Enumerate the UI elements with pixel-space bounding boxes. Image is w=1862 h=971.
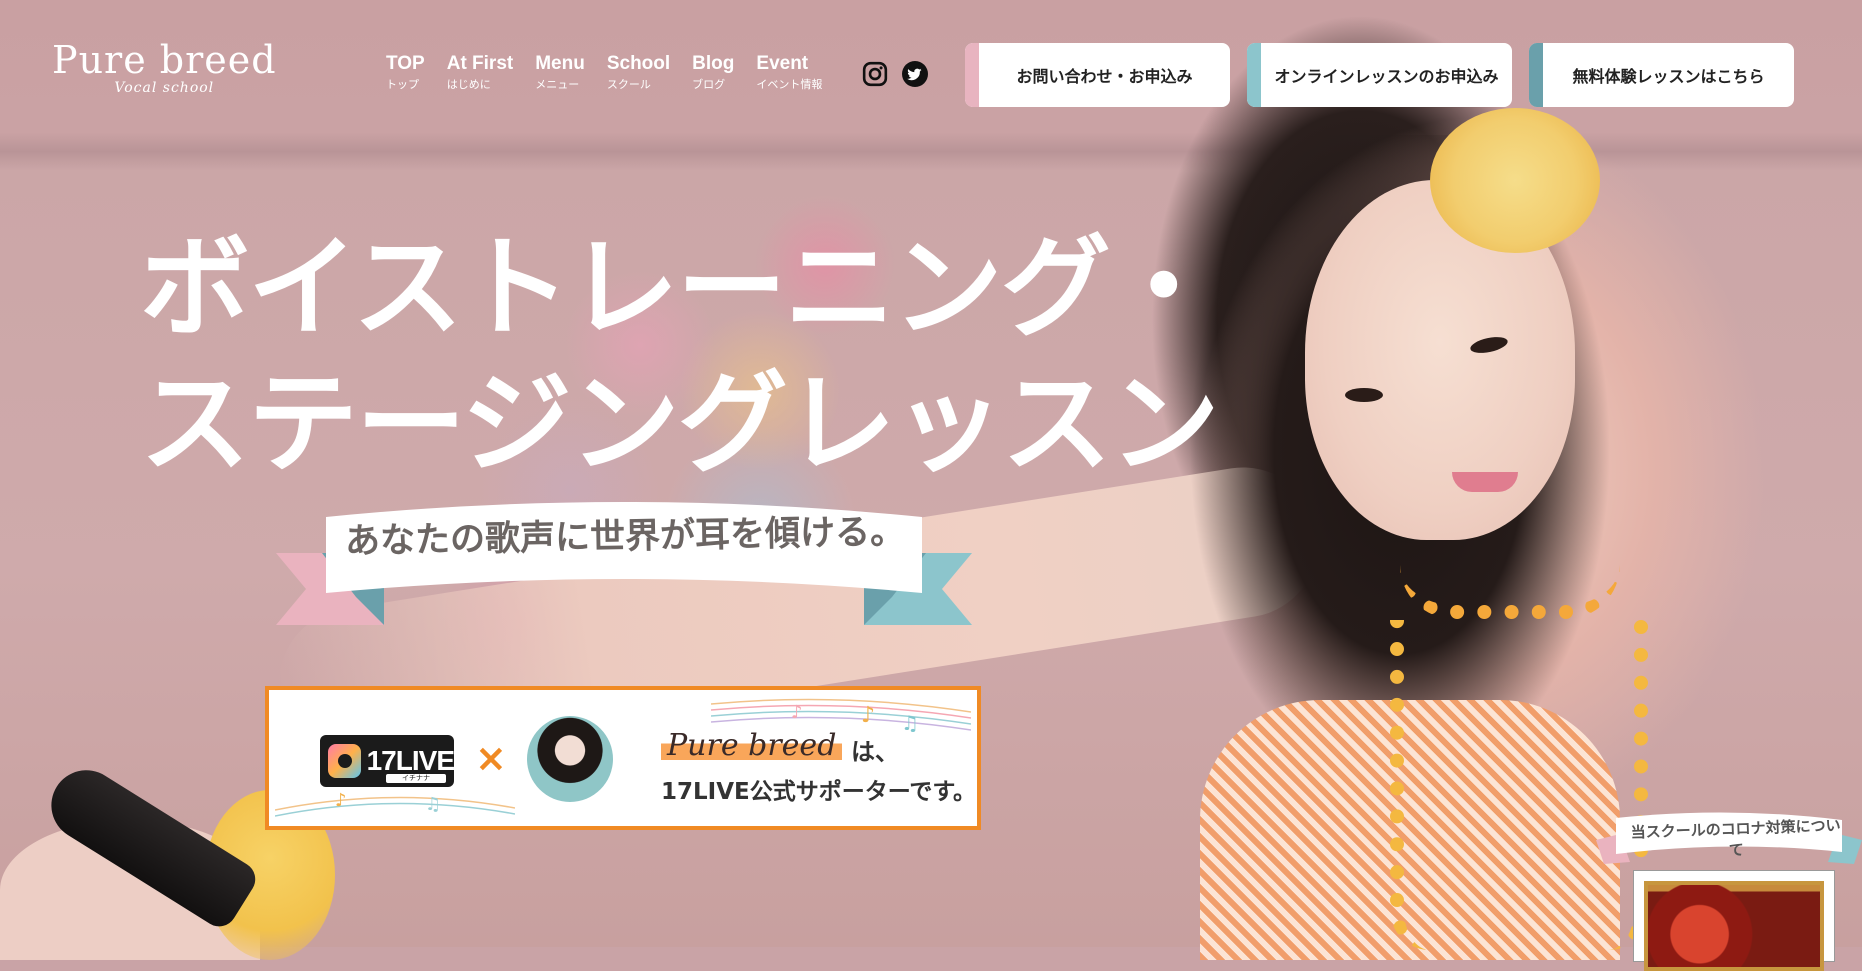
banner-brand-name: Pure breed [661,728,843,763]
hero-ribbon-text: あなたの歌声に世界が耳を傾ける。 [344,512,906,562]
trial-lesson-button-accent [1529,43,1543,107]
times-symbol: × [475,736,507,780]
hero-photo-necklace [1400,565,1620,619]
svg-text:♪: ♪ [791,702,803,723]
hero-photo-mouth [1452,472,1518,492]
nav-item-sublabel: はじめに [446,78,491,91]
17live-logo-text: 17LIVE [366,745,455,776]
banner-supporter-text: 17LIVE公式サポーターです。 [661,779,977,805]
17live-logo: 17LIVE イチナナ [320,735,455,787]
online-lesson-button-accent [1247,43,1261,107]
svg-text:♪: ♪ [861,703,875,728]
hero-photo-eye [1345,388,1383,402]
site-logo[interactable]: Pure breed Vocal school [52,38,277,96]
supporter-avatar [527,716,613,802]
nav-item-label: Event [756,53,809,74]
nav-item-label: Blog [692,53,735,74]
contact-button[interactable]: お問い合わせ・お申込み [965,43,1230,107]
hero-headline-line1: ボイストレーニング・ [140,224,1219,352]
nav-item-blog[interactable]: Blog ブログ [692,54,734,92]
instagram-icon[interactable] [862,61,888,87]
nav-item-label: TOP [386,53,425,74]
main-nav: TOP トップ At First はじめに Menu メニュー School ス… [386,54,822,92]
logo-tagline: Vocal school [114,80,215,96]
svg-text:♫: ♫ [901,711,919,735]
nav-item-label: At First [446,53,514,74]
corona-label: 当スクールのコロナ対策について [1630,816,1841,860]
trial-lesson-button[interactable]: 無料体験レッスンはこちら [1529,43,1794,107]
contact-button-label: お問い合わせ・お申込み [1016,67,1193,86]
nav-item-school[interactable]: School スクール [607,54,670,92]
nav-item-sublabel: トップ [386,78,419,91]
nav-item-sublabel: ブログ [692,78,726,91]
nav-item-sublabel: イベント情報 [756,78,823,91]
hero-headline-line2: ステージングレッスン [140,360,1220,488]
svg-text:♫: ♫ [425,794,441,815]
nav-item-sublabel: スクール [606,78,651,91]
online-lesson-button-label: オンラインレッスンのお申込み [1274,67,1499,86]
hero-photo-necklace-long [1390,620,1648,950]
nav-item-event[interactable]: Event イベント情報 [756,54,822,92]
nav-item-top[interactable]: TOP トップ [386,54,425,92]
logo-name: Pure breed [52,38,277,82]
twitter-icon[interactable] [902,61,928,87]
camera-icon [328,744,361,778]
banner-particle: は、 [851,738,899,766]
svg-text:♪: ♪ [335,790,347,811]
nav-item-label: Menu [535,53,585,74]
hero-photo-flower [1430,108,1600,253]
nav-item-at-first[interactable]: At First はじめに [447,54,514,92]
trial-lesson-button-label: 無料体験レッスンはこちら [1572,67,1765,86]
nav-item-sublabel: メニュー [535,78,580,91]
nav-item-label: School [606,53,671,74]
contact-button-accent [965,43,979,107]
17live-banner[interactable]: ♪ ♫ ♪ ♪ ♫ 17LIVE イチナナ × Pure breed は、 17… [265,686,981,830]
social-links [862,61,928,87]
hero-headline: ボイストレーニング・ ステージングレッスン [140,220,1220,492]
nav-item-menu[interactable]: Menu メニュー [535,54,585,92]
corona-thumbnail[interactable] [1633,870,1835,971]
17live-logo-subtext: イチナナ [386,774,446,783]
corona-thumbnail-image [1644,881,1824,971]
online-lesson-button[interactable]: オンラインレッスンのお申込み [1247,43,1512,107]
